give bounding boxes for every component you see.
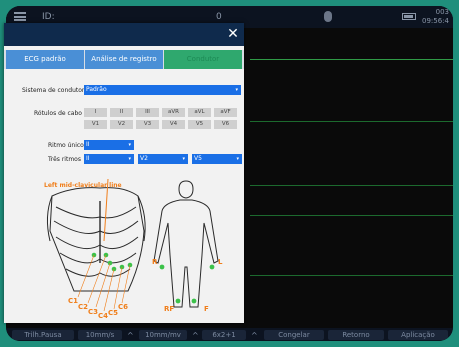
cable-label-iii[interactable]: III bbox=[136, 108, 159, 117]
tab-ecg-padrao[interactable]: ECG padrão bbox=[6, 50, 84, 69]
lead-system-select[interactable]: Padrão ▾ bbox=[84, 85, 241, 95]
return-button[interactable]: Retorno bbox=[328, 330, 384, 340]
cable-label-avf[interactable]: aVF bbox=[214, 108, 237, 117]
cable-label-avr[interactable]: aVR bbox=[162, 108, 185, 117]
gain-button[interactable]: 10mm/mv bbox=[139, 330, 187, 340]
tab-analise-registro[interactable]: Análise de registro bbox=[85, 50, 163, 69]
single-rhythm-select[interactable]: II ▾ bbox=[84, 140, 134, 150]
mid-clavicular-line bbox=[103, 178, 109, 242]
chevron-down-icon: ▾ bbox=[236, 156, 239, 162]
dialog-header: ✕ bbox=[4, 23, 244, 46]
rhythm-3-select[interactable]: V5 ▾ bbox=[192, 154, 242, 164]
patient-id-label: ID: bbox=[42, 12, 55, 22]
application-button[interactable]: Aplicação bbox=[388, 330, 448, 340]
cable-label-ii[interactable]: II bbox=[110, 108, 133, 117]
label-rf: RF bbox=[164, 305, 174, 313]
close-icon[interactable]: ✕ bbox=[226, 27, 240, 41]
rhythm-2-value: V2 bbox=[140, 155, 148, 162]
ecg-waveform-area bbox=[250, 28, 453, 328]
cable-label-v6[interactable]: V6 bbox=[214, 120, 237, 129]
label-c6: C6 bbox=[118, 303, 128, 311]
menu-icon[interactable] bbox=[14, 12, 26, 21]
label-c2: C2 bbox=[78, 303, 88, 311]
single-rhythm-value: II bbox=[86, 141, 90, 148]
cable-label-i[interactable]: I bbox=[84, 108, 107, 117]
ecg-baseline bbox=[250, 121, 453, 122]
chevron-up-icon[interactable]: ^ bbox=[127, 331, 134, 340]
chest-illustration bbox=[46, 187, 146, 292]
mouse-icon bbox=[324, 11, 332, 22]
battery-icon bbox=[402, 13, 416, 20]
dialog-tabs: ECG padrão Análise de registro Condutor bbox=[4, 50, 244, 69]
ecg-baseline bbox=[250, 275, 453, 276]
chevron-up-icon[interactable]: ^ bbox=[251, 331, 258, 340]
status-time: 003 09:56:4 bbox=[422, 8, 449, 26]
cable-labels-label: Rótulos de cabo bbox=[34, 110, 82, 117]
electrode-l bbox=[209, 264, 215, 270]
label-f: F bbox=[204, 305, 209, 313]
single-rhythm-label: Ritmo único bbox=[48, 142, 84, 149]
rhythm-1-value: II bbox=[86, 155, 90, 162]
bottom-toolbar: Trilh.Pausa 10mm/s ^ 10mm/mv ^ 6x2+1 ^ C… bbox=[6, 328, 453, 341]
status-time-line1: 003 bbox=[435, 8, 449, 16]
chevron-down-icon: ▾ bbox=[128, 156, 131, 162]
lead-settings-dialog: ✕ ECG padrão Análise de registro Conduto… bbox=[4, 23, 244, 323]
rhythm-2-select[interactable]: V2 ▾ bbox=[138, 154, 188, 164]
label-r: R bbox=[152, 258, 158, 266]
chevron-down-icon: ▾ bbox=[235, 87, 238, 93]
pause-trace-button[interactable]: Trilh.Pausa bbox=[12, 330, 74, 340]
patient-id-value: 0 bbox=[216, 12, 222, 22]
rhythm-3-value: V5 bbox=[194, 155, 202, 162]
label-c5: C5 bbox=[108, 309, 118, 317]
status-time-line2: 09:56:4 bbox=[422, 17, 449, 25]
ecg-baseline bbox=[250, 215, 453, 216]
chevron-down-icon: ▾ bbox=[182, 156, 185, 162]
chevron-down-icon: ▾ bbox=[128, 142, 131, 148]
lead-system-label: Sistema de condutor bbox=[22, 87, 85, 94]
chest-electrodes bbox=[91, 252, 133, 272]
electrode-r bbox=[159, 264, 165, 270]
cable-label-v4[interactable]: V4 bbox=[162, 120, 185, 129]
label-c4: C4 bbox=[98, 312, 108, 320]
label-c3: C3 bbox=[88, 308, 98, 316]
ecg-baseline bbox=[250, 59, 453, 60]
rhythm-1-select[interactable]: II ▾ bbox=[84, 154, 134, 164]
cable-label-v3[interactable]: V3 bbox=[136, 120, 159, 129]
electrode-rf bbox=[175, 298, 181, 304]
body-outline bbox=[153, 180, 219, 308]
three-rhythms-label: Três ritmos bbox=[48, 156, 81, 163]
ecg-baseline bbox=[250, 185, 453, 186]
electrode-f bbox=[191, 298, 197, 304]
tab-condutor[interactable]: Condutor bbox=[164, 50, 242, 69]
cable-label-v2[interactable]: V2 bbox=[110, 120, 133, 129]
speed-button[interactable]: 10mm/s bbox=[78, 330, 122, 340]
label-l: L bbox=[218, 258, 223, 266]
label-c1: C1 bbox=[68, 297, 78, 305]
cable-label-v5[interactable]: V5 bbox=[188, 120, 211, 129]
freeze-button[interactable]: Congelar bbox=[264, 330, 324, 340]
electrode-placement-diagram: C1 C2 C3 C4 C5 C6 R L RF F bbox=[46, 178, 223, 320]
lead-system-value: Padrão bbox=[86, 86, 107, 93]
cable-label-avl[interactable]: aVL bbox=[188, 108, 211, 117]
chevron-up-icon[interactable]: ^ bbox=[192, 331, 199, 340]
layout-button[interactable]: 6x2+1 bbox=[202, 330, 246, 340]
cable-label-v1[interactable]: V1 bbox=[84, 120, 107, 129]
